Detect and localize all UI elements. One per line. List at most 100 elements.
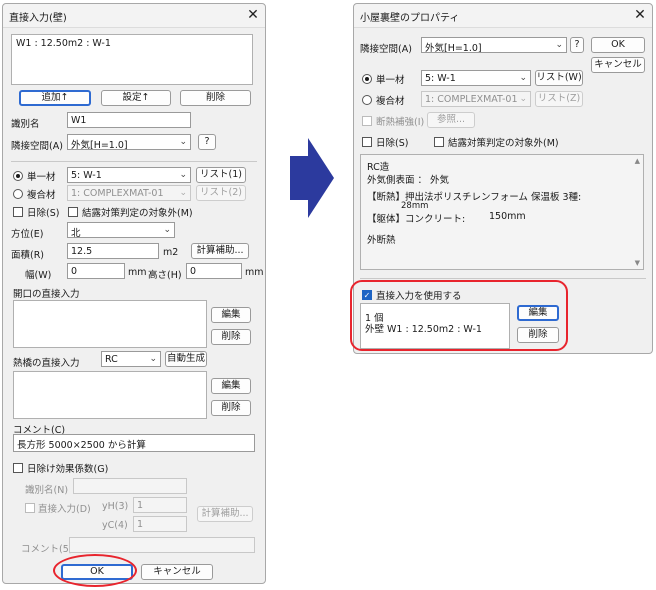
list-z-button[interactable]: リスト(Z) — [535, 91, 583, 107]
composite-material-select[interactable]: 1: COMPLEXMAT-01 ⌄ — [67, 185, 191, 201]
help-button[interactable]: ? — [198, 134, 216, 150]
insulation-reinforce-checkbox[interactable] — [362, 116, 372, 126]
width-label: 幅(W) — [25, 270, 52, 281]
close-icon[interactable]: ✕ — [245, 7, 261, 23]
composite-material-value: 1: COMPLEXMAT-01 — [425, 94, 518, 105]
sun-shade-checkbox[interactable] — [13, 207, 23, 217]
single-material-radio[interactable] — [13, 171, 23, 181]
height-label: 高さ(H) — [148, 270, 182, 281]
yh-input[interactable]: 1 — [133, 497, 187, 513]
single-material-value: 5: W-1 — [71, 170, 102, 181]
reference-button[interactable]: 参照... — [427, 112, 475, 128]
composite-material-value: 1: COMPLEXMAT-01 — [71, 188, 164, 199]
condensation-exclude-checkbox[interactable] — [68, 207, 78, 217]
opening-delete-button[interactable]: 削除 — [211, 329, 251, 345]
info-frame: 【躯体】コンクリート: — [367, 214, 466, 225]
info-insulation: 【断熱】押出法ポリスチレンフォーム 保温板 3種: — [367, 192, 582, 203]
id-input[interactable]: W1 — [67, 112, 191, 128]
add-button[interactable]: 追加↑ — [19, 90, 91, 106]
calc-assist2-button[interactable]: 計算補助... — [197, 506, 253, 522]
info-exterior-surface: 外気側表面 ： 外気 — [367, 175, 450, 186]
scroll-up-icon[interactable]: ▲ — [635, 157, 640, 165]
shade-coefficient-label: 日除け効果係数(G) — [27, 464, 109, 475]
list1-button[interactable]: リスト(1) — [196, 167, 246, 183]
list-w-button[interactable]: リスト(W) — [535, 70, 583, 86]
thermal-bridge-select[interactable]: RC ⌄ — [101, 351, 161, 367]
arrow-right-icon — [290, 138, 334, 218]
insulation-reinforce-label: 断熱補強(I) — [376, 117, 425, 128]
divider — [11, 161, 257, 162]
chevron-down-icon: ⌄ — [519, 73, 527, 83]
condensation-exclude-checkbox[interactable] — [434, 137, 444, 147]
chevron-down-icon: ⌄ — [163, 225, 171, 235]
composite-material-radio[interactable] — [13, 189, 23, 199]
condensation-exclude-label: 結露対策判定の対象外(M) — [82, 208, 193, 219]
width-unit: mm — [128, 267, 147, 278]
adjacent-space-value: 外気[H=1.0] — [71, 140, 128, 150]
sun-shade-checkbox[interactable] — [362, 137, 372, 147]
thermal-bridge-list-box[interactable] — [13, 371, 207, 419]
composite-material-select[interactable]: 1: COMPLEXMAT-01 ⌄ — [421, 91, 531, 107]
cancel-button[interactable]: キャンセル — [141, 564, 213, 580]
chevron-down-icon: ⌄ — [179, 170, 187, 180]
wall-list-item[interactable]: W1 : 12.50m2 : W-1 — [16, 38, 111, 49]
list2-button[interactable]: リスト(2) — [196, 185, 246, 201]
composite-material-radio[interactable] — [362, 95, 372, 105]
set-button[interactable]: 設定↑ — [101, 90, 171, 106]
opening-edit-button[interactable]: 編集 — [211, 307, 251, 323]
ok-button[interactable]: OK — [591, 37, 645, 53]
opening-list-box[interactable] — [13, 300, 207, 348]
shade-coefficient-checkbox[interactable] — [13, 463, 23, 473]
scroll-down-icon[interactable]: ▼ — [635, 259, 640, 267]
chevron-down-icon: ⌄ — [555, 40, 563, 50]
chevron-down-icon: ⌄ — [149, 354, 157, 364]
delete-button[interactable]: 削除 — [180, 90, 251, 106]
bridge-delete-button[interactable]: 削除 — [211, 400, 251, 416]
direction-label: 方位(E) — [11, 229, 44, 240]
opening-direct-label: 開口の直接入力 — [13, 289, 80, 300]
direct-input-highlight — [350, 280, 568, 351]
yc-label: yC(4) — [102, 520, 128, 531]
thermal-bridge-value: RC — [105, 354, 118, 365]
calc-assist-button[interactable]: 計算補助... — [191, 243, 249, 259]
adjacent-space-select[interactable]: 外気[H=1.0] ⌄ — [67, 134, 191, 150]
info-external-insulation: 外断熱 — [367, 235, 396, 246]
area-input[interactable]: 12.5 — [67, 243, 159, 259]
single-material-radio[interactable] — [362, 74, 372, 84]
chevron-down-icon: ⌄ — [179, 188, 187, 198]
area-label: 面積(R) — [11, 250, 45, 261]
title-bar: 直接入力(壁) ✕ — [3, 4, 265, 28]
single-material-value: 5: W-1 — [425, 73, 456, 84]
close-icon[interactable]: ✕ — [632, 7, 648, 23]
comment2-input[interactable] — [69, 537, 255, 553]
direction-value: 北 — [71, 228, 81, 238]
info-frame-thickness: 150mm — [489, 211, 526, 222]
single-material-select[interactable]: 5: W-1 ⌄ — [421, 70, 531, 86]
help-button[interactable]: ? — [570, 37, 584, 53]
height-unit: mm — [245, 267, 264, 278]
width-input[interactable]: 0 — [67, 263, 125, 279]
ok-highlight-ring — [53, 554, 137, 587]
direct-input-checkbox[interactable] — [25, 503, 35, 513]
composite-material-label: 複合材 — [376, 96, 405, 107]
construction-info-box: RC造 外気側表面 ： 外気 【断熱】押出法ポリスチレンフォーム 保温板 3種:… — [360, 154, 644, 270]
chevron-down-icon: ⌄ — [519, 94, 527, 104]
comment2-label: コメント(5) — [21, 544, 73, 555]
auto-generate-button[interactable]: 自動生成 — [165, 351, 207, 367]
id2-input[interactable] — [73, 478, 187, 494]
wall-list-box[interactable]: W1 : 12.50m2 : W-1 — [11, 34, 253, 85]
single-material-label: 単一材 — [27, 172, 56, 183]
height-input[interactable]: 0 — [186, 263, 242, 279]
area-unit: m2 — [163, 247, 179, 258]
adjacent-space-label: 隣接空間(A) — [360, 44, 412, 55]
single-material-select[interactable]: 5: W-1 ⌄ — [67, 167, 191, 183]
adjacent-space-select[interactable]: 外気[H=1.0] ⌄ — [421, 37, 567, 53]
condensation-exclude-label: 結露対策判定の対象外(M) — [448, 138, 559, 149]
bridge-edit-button[interactable]: 編集 — [211, 378, 251, 394]
direction-select[interactable]: 北 ⌄ — [67, 222, 175, 238]
direct-input-label: 直接入力(D) — [38, 504, 91, 515]
comment-input[interactable]: 長方形 5000×2500 から計算 — [13, 434, 255, 452]
yc-input[interactable]: 1 — [133, 516, 187, 532]
cancel-button[interactable]: キャンセル — [591, 57, 645, 73]
id2-label: 識別名(N) — [25, 485, 69, 496]
